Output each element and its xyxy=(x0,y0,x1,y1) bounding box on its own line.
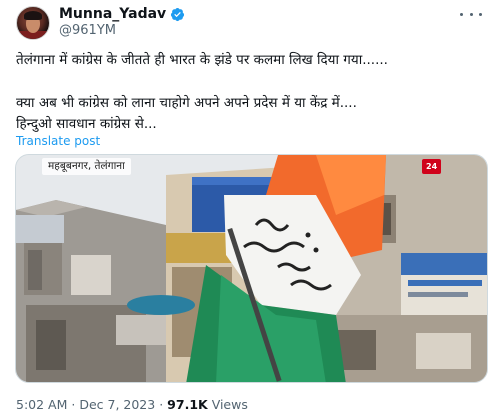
video-frame xyxy=(16,155,487,382)
tweet-meta: 5:02 AM · Dec 7, 2023 · 97.1K Views xyxy=(16,397,248,412)
tweet-text-line-1: तेलंगाना में कांग्रेस के जीतते ही भारत क… xyxy=(16,52,388,68)
tweet-text-line-2: क्या अब भी कांग्रेस को लाना चाहोगे अपने … xyxy=(16,95,357,111)
verified-badge-icon xyxy=(171,7,185,21)
author-handle[interactable]: @961YM xyxy=(59,23,116,38)
tweet-time[interactable]: 5:02 AM xyxy=(16,397,67,412)
tweet-date[interactable]: Dec 7, 2023 xyxy=(79,397,155,412)
meta-separator: · xyxy=(71,397,76,412)
display-name[interactable]: Munna_Yadav xyxy=(59,6,166,22)
video-media[interactable]: महबूबनगर, तेलंगाना 24 xyxy=(15,154,488,383)
tweet-text-line-3: हिन्दुओ सावधान कांग्रेस से... xyxy=(16,116,157,132)
video-location-caption: महबूबनगर, तेलंगाना xyxy=(42,158,131,175)
translate-post-link[interactable]: Translate post xyxy=(16,134,100,148)
avatar[interactable] xyxy=(16,6,50,40)
more-dots-icon[interactable] xyxy=(460,7,482,21)
tweet-card: Munna_Yadav @961YM तेलंगाना में कांग्रेस… xyxy=(0,0,501,420)
channel-logo: 24 xyxy=(422,159,442,174)
author-name-row: Munna_Yadav xyxy=(59,5,185,23)
meta-separator: · xyxy=(159,397,164,412)
views-label: Views xyxy=(211,397,248,412)
views-count: 97.1K xyxy=(167,397,208,412)
